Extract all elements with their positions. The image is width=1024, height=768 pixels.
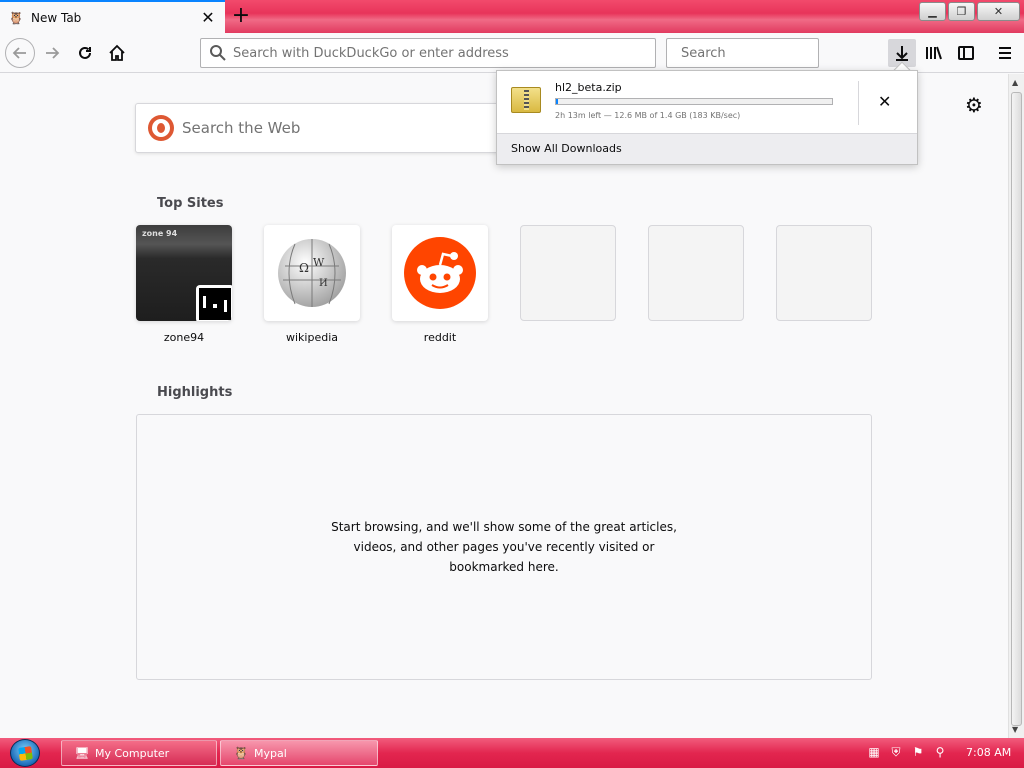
taskbar-item-label: My Computer	[95, 746, 170, 760]
downloads-panel: hl2_beta.zip 2h 13m left — 12.6 MB of 1.…	[496, 70, 918, 165]
hamburger-menu-icon	[999, 47, 1011, 59]
security-shield-icon[interactable]: ⛨	[888, 744, 904, 760]
empty-site-tile[interactable]	[776, 225, 872, 321]
taskbar: 🖥 My Computer 🦉 Mypal ▦ ⛨ ⚑ ⚲ 7:08 AM	[0, 738, 1024, 768]
clock[interactable]: 7:08 AM	[966, 746, 1011, 759]
start-button[interactable]	[10, 739, 40, 767]
top-site-wikipedia[interactable]: Ω W И wikipedia	[264, 225, 360, 344]
zone94-favicon	[196, 285, 232, 321]
top-site-zone94[interactable]: zone 94 zone94	[136, 225, 232, 344]
download-filename: hl2_beta.zip	[555, 81, 622, 94]
download-arrow-icon	[896, 46, 908, 61]
divider	[858, 81, 859, 125]
mypal-icon: 🦉	[233, 746, 249, 760]
library-button[interactable]	[920, 39, 948, 67]
minimize-button[interactable]: ▁	[919, 2, 946, 21]
home-icon	[109, 44, 125, 61]
sidebar-button[interactable]	[952, 39, 980, 67]
svg-text:Ω: Ω	[299, 261, 309, 275]
wikipedia-globe-icon: Ω W И	[278, 239, 346, 307]
reload-button[interactable]	[71, 39, 99, 67]
close-window-button[interactable]: ✕	[977, 2, 1020, 21]
settings-gear-icon[interactable]: ⚙	[965, 93, 983, 117]
svg-text:И: И	[319, 278, 328, 289]
tab-new-tab[interactable]: 🦉 New Tab ✕	[0, 0, 225, 33]
zip-file-icon	[511, 87, 541, 113]
highlights-message: Start browsing, and we'll show some of t…	[331, 520, 677, 574]
back-arrow-icon	[12, 47, 26, 59]
scrollbar-thumb[interactable]	[1011, 92, 1022, 726]
navigation-toolbar	[0, 33, 1024, 73]
forward-arrow-icon	[46, 47, 60, 59]
maximize-button[interactable]: ❐	[948, 2, 975, 21]
svg-text:W: W	[313, 256, 325, 269]
library-icon	[926, 46, 942, 60]
search-icon	[210, 45, 226, 61]
web-search-box[interactable]: Search the Web	[135, 103, 535, 153]
download-status: 2h 13m left — 12.6 MB of 1.4 GB (183 KB/…	[555, 111, 741, 120]
forward-button[interactable]	[38, 39, 66, 67]
new-tab-page: Search the Web ⚙ Top Sites zone 94 zone9…	[0, 74, 1008, 738]
download-progress-fill	[556, 99, 559, 104]
network-icon[interactable]: ⚑	[910, 744, 926, 760]
url-input[interactable]	[233, 45, 655, 61]
page-scrollbar[interactable]: ▲ ▼	[1008, 74, 1024, 738]
system-tray: ▦ ⛨ ⚑ ⚲	[866, 744, 948, 760]
search-bar[interactable]	[666, 38, 851, 68]
back-button[interactable]	[5, 38, 35, 68]
site-tile[interactable]: zone 94	[136, 225, 232, 321]
url-bar[interactable]	[200, 38, 656, 68]
scroll-up-arrow-icon[interactable]: ▲	[1012, 78, 1018, 87]
window-controls: ▁ ❐ ✕	[919, 2, 1020, 21]
menu-button[interactable]	[991, 39, 1019, 67]
computer-icon: 🖥	[74, 746, 90, 760]
highlights-empty-state: Start browsing, and we'll show some of t…	[136, 414, 872, 680]
cancel-download-icon[interactable]: ✕	[878, 92, 891, 111]
site-label: reddit	[423, 331, 457, 344]
windows-logo-icon	[18, 746, 33, 761]
sidebar-icon	[958, 46, 974, 60]
reload-icon	[79, 46, 91, 59]
top-site-empty[interactable]	[648, 225, 744, 344]
site-label: zone94	[163, 331, 205, 344]
mypal-icon: 🦉	[8, 10, 24, 25]
site-label: wikipedia	[285, 331, 338, 344]
top-site-reddit[interactable]: reddit	[392, 225, 488, 344]
top-site-empty[interactable]	[520, 225, 616, 344]
download-item[interactable]: hl2_beta.zip 2h 13m left — 12.6 MB of 1.…	[497, 71, 917, 133]
empty-site-tile[interactable]	[648, 225, 744, 321]
home-button[interactable]	[103, 39, 131, 67]
search-tray-icon[interactable]: ⚲	[932, 744, 948, 760]
keyboard-icon[interactable]: ▦	[866, 744, 882, 760]
web-search-placeholder: Search the Web	[182, 119, 301, 137]
taskbar-item-label: Mypal	[254, 746, 287, 760]
scroll-down-arrow-icon[interactable]: ▼	[1012, 725, 1018, 734]
show-all-downloads-button[interactable]: Show All Downloads	[497, 133, 917, 164]
taskbar-item-mypal[interactable]: 🦉 Mypal	[220, 740, 378, 766]
site-tile[interactable]: Ω W И	[264, 225, 360, 321]
taskbar-item-my-computer[interactable]: 🖥 My Computer	[61, 740, 217, 766]
close-tab-icon[interactable]: ✕	[199, 8, 217, 27]
empty-site-tile[interactable]	[520, 225, 616, 321]
tab-strip: 🦉 New Tab ✕ + ▁ ❐ ✕	[0, 0, 1024, 33]
download-progress-bar	[555, 98, 833, 105]
duckduckgo-icon	[148, 115, 174, 141]
site-tile[interactable]	[392, 225, 488, 321]
new-tab-button[interactable]: +	[229, 5, 253, 29]
top-site-empty[interactable]	[776, 225, 872, 344]
top-sites-heading: Top Sites	[157, 196, 224, 211]
reddit-icon	[404, 237, 476, 309]
search-input[interactable]	[681, 45, 851, 61]
highlights-heading: Highlights	[157, 385, 233, 400]
top-sites-grid: zone 94 zone94 Ω W И wikipedia reddit	[136, 225, 872, 344]
tab-title: New Tab	[31, 10, 82, 25]
